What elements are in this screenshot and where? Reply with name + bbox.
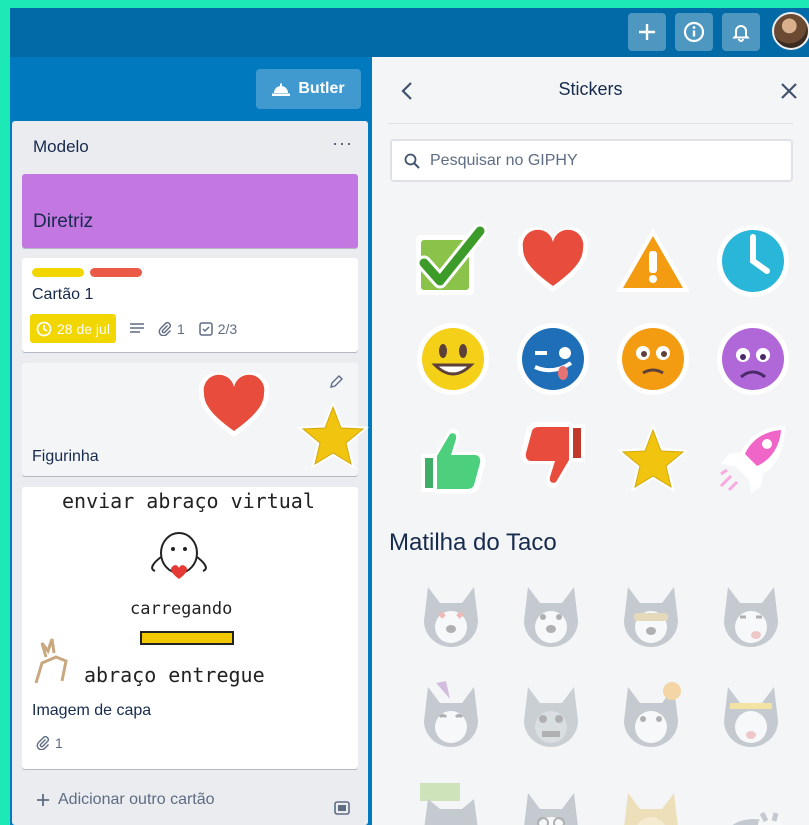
clock-sticker[interactable] <box>714 222 792 300</box>
taco-dog-sticker[interactable] <box>614 679 688 753</box>
checklist-count: 2/3 <box>217 320 238 337</box>
hug-character-illustration <box>151 532 207 579</box>
header-bar <box>10 8 809 57</box>
thumbs-up-sticker-icon <box>421 428 486 494</box>
loading-bar <box>140 631 234 645</box>
wink-tongue-sticker[interactable] <box>514 320 592 398</box>
card-title: Imagem de capa <box>32 702 152 719</box>
taco-dog-sticker[interactable] <box>514 579 588 653</box>
bell-icon <box>732 25 750 42</box>
attachments-badge: 1 <box>158 321 185 337</box>
deer-illustration <box>34 638 68 684</box>
info-icon <box>683 21 705 43</box>
taco-dog-sticker[interactable] <box>414 679 488 753</box>
confused-sticker[interactable] <box>614 320 692 398</box>
board: Butler Modelo ··· Diretriz Cartão 1 28 d… <box>10 8 809 825</box>
taco-dog-sticker[interactable] <box>714 579 788 653</box>
description-icon <box>129 322 144 333</box>
create-button[interactable] <box>628 13 666 51</box>
plus-icon <box>37 794 49 806</box>
rocket-sticker-icon <box>719 426 785 494</box>
star-sticker-icon <box>617 424 689 492</box>
worried-sticker[interactable] <box>714 320 792 398</box>
giphy-search-input[interactable] <box>428 150 762 171</box>
check-sticker[interactable] <box>412 222 490 300</box>
card-cartao-1[interactable]: Cartão 1 28 de jul 1 2/3 <box>22 258 358 352</box>
stickers-panel: Stickers Pesquisar no GIPHY Matilha do T… <box>372 57 809 825</box>
cover-text-bottom: abraço entregue <box>84 663 265 687</box>
label-red <box>90 268 142 277</box>
clock-sticker-icon <box>717 225 789 297</box>
panel-title: Stickers <box>558 79 623 99</box>
heart-sticker[interactable] <box>514 222 592 300</box>
check-sticker-icon <box>416 223 488 295</box>
taco-dog-sticker[interactable] <box>514 779 588 825</box>
butler-label: Butler <box>298 80 345 97</box>
panel-divider <box>388 123 793 124</box>
sticker-section-title: Matilha do Taco <box>389 529 557 556</box>
warning-sticker-icon <box>616 228 690 292</box>
card-title: Figurinha <box>32 448 99 465</box>
taco-dog-sticker[interactable] <box>514 679 588 753</box>
list-modelo: Modelo ··· Diretriz Cartão 1 28 de jul 1… <box>12 121 369 825</box>
warning-sticker[interactable] <box>614 222 692 300</box>
attachments-badge: 1 <box>36 735 63 751</box>
taco-dog-sticker[interactable] <box>714 679 788 753</box>
add-card-button[interactable]: Adicionar outro cartão <box>36 791 215 809</box>
due-date: 28 de jul <box>57 320 110 337</box>
taco-dog-sticker[interactable] <box>414 579 488 653</box>
taco-dog-sticker[interactable] <box>614 779 688 825</box>
paperclip-icon <box>158 321 171 336</box>
description-badge <box>129 322 144 335</box>
confused-sticker-icon <box>617 323 689 395</box>
close-icon[interactable] <box>780 82 798 100</box>
taco-dog-sticker[interactable] <box>414 779 488 825</box>
giphy-search[interactable] <box>390 139 793 182</box>
wink-tongue-sticker-icon <box>517 323 589 395</box>
butler-button[interactable]: Butler <box>256 69 361 109</box>
cover-text-loading: carregando <box>130 599 233 619</box>
card-diretriz[interactable]: Diretriz <box>22 174 358 248</box>
thumbs-down-sticker-icon <box>520 422 585 488</box>
attachments-count: 1 <box>55 735 63 751</box>
thumbs-down-sticker[interactable] <box>514 419 592 497</box>
plus-icon <box>639 24 655 40</box>
thumbs-up-sticker[interactable] <box>414 419 492 497</box>
info-button[interactable] <box>675 13 713 51</box>
card-title: Cartão 1 <box>32 286 94 303</box>
due-date-badge[interactable]: 28 de jul <box>30 314 116 343</box>
card-title: Diretriz <box>33 211 94 232</box>
list-menu-button[interactable]: ··· <box>332 133 353 154</box>
cover-text-top: enviar abraço virtual <box>62 489 315 513</box>
butler-bell-icon <box>272 83 291 96</box>
user-avatar[interactable] <box>772 12 809 50</box>
label-yellow <box>32 268 84 277</box>
smile-sticker[interactable] <box>414 320 492 398</box>
worried-sticker-icon <box>717 323 789 395</box>
heart-sticker-icon <box>517 227 589 292</box>
heart-sticker-icon <box>198 372 270 437</box>
edit-pencil-icon[interactable] <box>329 375 343 389</box>
search-icon <box>404 153 420 169</box>
notifications-button[interactable] <box>722 13 760 51</box>
star-sticker-icon <box>297 401 369 469</box>
star-sticker[interactable] <box>614 419 692 497</box>
smile-sticker-icon <box>417 323 489 395</box>
list-title[interactable]: Modelo <box>33 137 89 157</box>
checklist-icon <box>198 321 213 336</box>
rocket-sticker[interactable] <box>714 419 792 497</box>
paperclip-icon <box>36 736 49 750</box>
taco-dog-sticker[interactable] <box>614 579 688 653</box>
add-card-label: Adicionar outro cartão <box>58 791 215 808</box>
checklist-badge: 2/3 <box>198 320 238 337</box>
attachments-count: 1 <box>176 320 185 337</box>
card-imagem-de-capa[interactable]: enviar abraço virtual carregando abraço … <box>22 487 358 769</box>
panel-header: Stickers <box>372 57 809 124</box>
card-figurinha[interactable]: Figurinha <box>22 363 369 476</box>
card-template-icon[interactable] <box>334 800 350 816</box>
clock-icon <box>36 321 52 336</box>
taco-dog-sticker[interactable] <box>714 779 788 825</box>
